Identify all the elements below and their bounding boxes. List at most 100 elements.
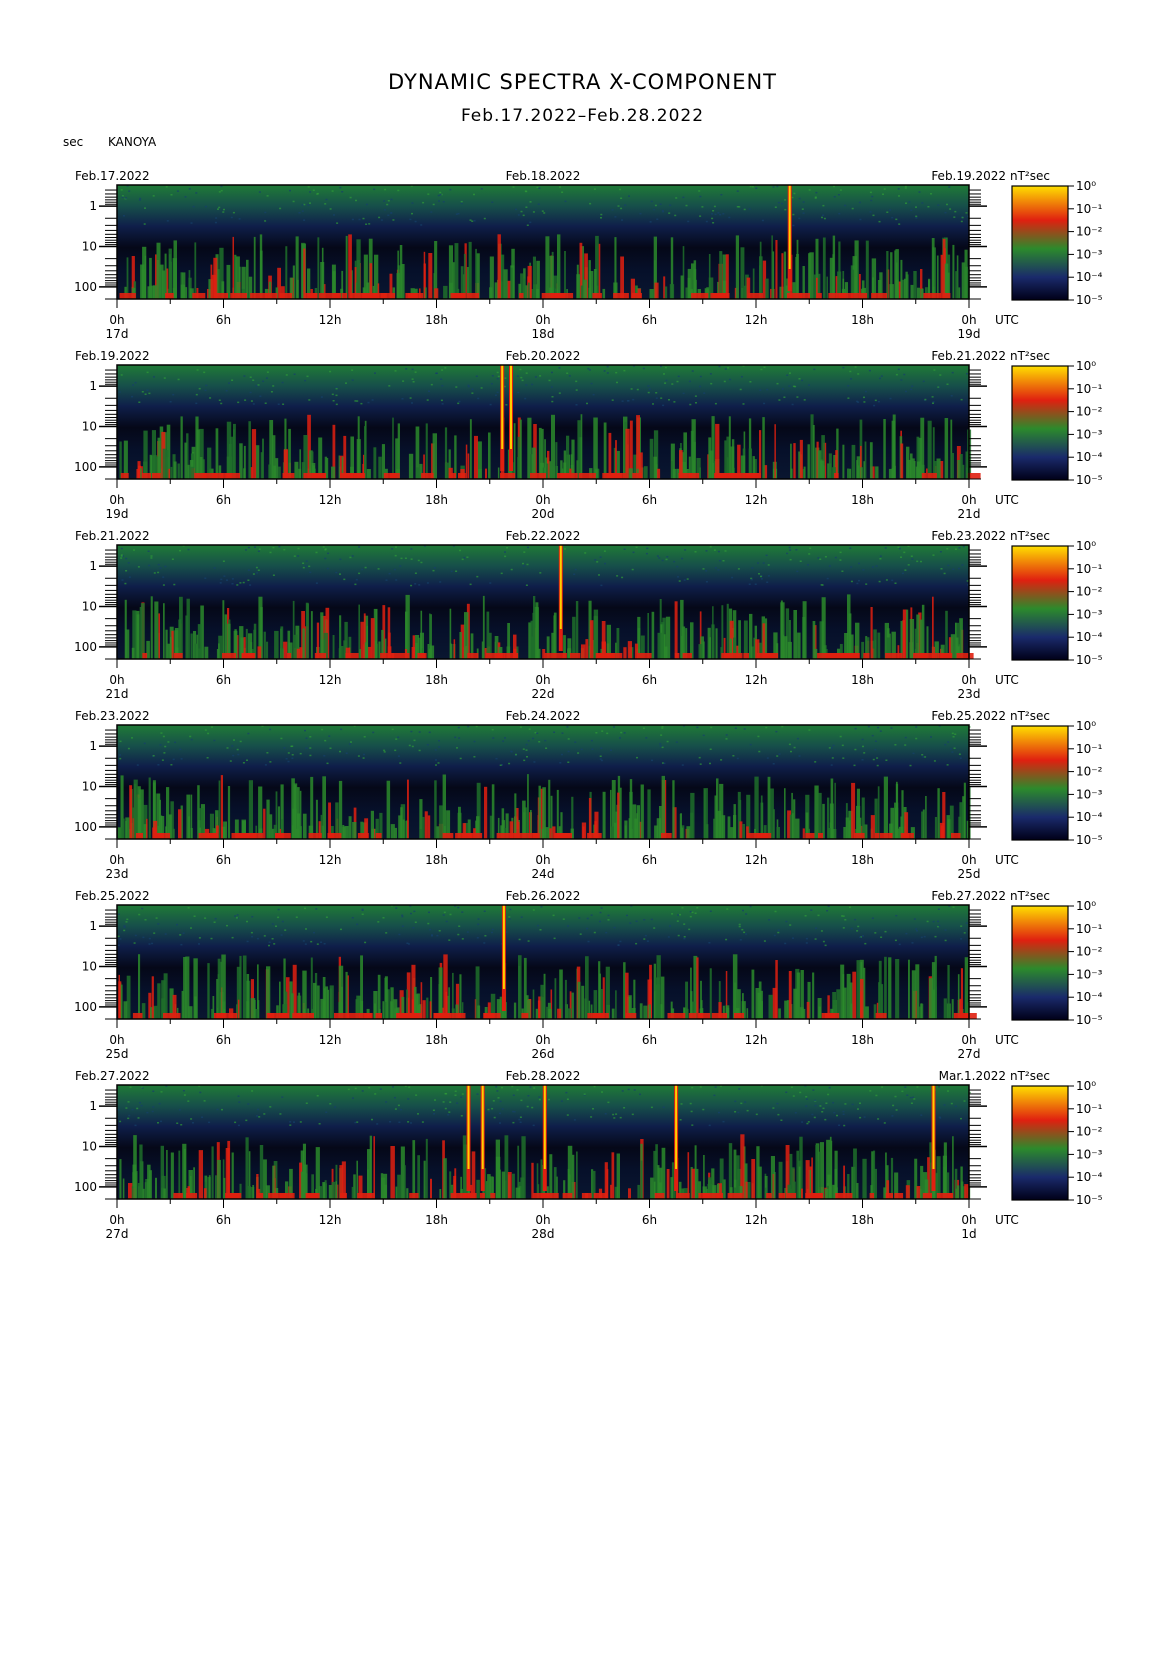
noise-speck <box>409 218 412 221</box>
noise-speck <box>128 190 131 192</box>
activity-column <box>280 626 284 659</box>
noise-speck <box>880 936 883 938</box>
noise-speck <box>238 218 241 220</box>
activity-column <box>322 776 326 839</box>
noise-speck <box>719 213 722 216</box>
noise-speck <box>814 1099 817 1102</box>
noise-speck <box>517 391 520 394</box>
noise-speck <box>422 201 425 204</box>
activity-column <box>711 463 715 479</box>
activity-band <box>711 1013 728 1019</box>
noise-speck <box>526 756 528 758</box>
colorbar-gradient <box>1011 725 1069 841</box>
noise-speck <box>541 210 544 212</box>
noise-speck <box>551 371 553 374</box>
noise-speck <box>659 743 662 745</box>
activity-column <box>133 779 138 839</box>
noise-speck <box>293 555 296 557</box>
noise-speck <box>226 579 228 581</box>
noise-speck <box>548 1098 550 1101</box>
activity-band <box>570 653 581 659</box>
noise-speck <box>239 740 242 743</box>
noise-speck <box>326 567 329 570</box>
noise-speck <box>492 737 495 739</box>
activity-column <box>323 988 326 1019</box>
noise-speck <box>833 185 835 188</box>
noise-speck <box>161 759 164 761</box>
noise-speck <box>221 1108 223 1111</box>
noise-speck <box>954 1105 957 1107</box>
activity-column <box>217 958 221 1019</box>
noise-speck <box>410 1122 412 1124</box>
day-label: 27d <box>958 1047 981 1061</box>
activity-column <box>811 1157 813 1199</box>
noise-speck <box>127 562 130 564</box>
noise-speck <box>368 223 371 225</box>
noise-speck <box>681 907 684 909</box>
noise-speck <box>636 388 639 391</box>
noise-speck <box>879 377 881 380</box>
activity-band <box>308 833 322 839</box>
activity-band <box>279 293 293 299</box>
noise-speck <box>911 942 914 944</box>
day-label: 27d <box>106 1227 129 1241</box>
spike-core <box>510 365 512 449</box>
activity-column <box>951 999 954 1019</box>
activity-band <box>766 1193 772 1199</box>
noise-speck <box>595 732 598 734</box>
activity-column <box>628 1188 631 1199</box>
activity-band <box>747 833 762 839</box>
activity-column <box>427 815 431 839</box>
noise-speck <box>345 382 347 384</box>
activity-column <box>940 825 945 839</box>
noise-speck <box>876 764 879 767</box>
activity-column <box>932 596 934 659</box>
noise-speck <box>398 1121 401 1123</box>
noise-speck <box>698 190 701 192</box>
noise-speck <box>394 370 397 372</box>
activity-column <box>317 237 320 299</box>
activity-band <box>421 473 434 479</box>
activity-band <box>853 833 865 839</box>
activity-column <box>871 258 877 299</box>
noise-speck <box>298 212 301 214</box>
noise-speck <box>120 547 123 550</box>
noise-speck <box>131 737 133 739</box>
noise-speck <box>529 1086 532 1088</box>
activity-column <box>252 1185 255 1199</box>
x-tick-label: 0h <box>961 853 976 867</box>
x-unit-label: UTC <box>995 493 1019 507</box>
activity-band <box>250 293 267 299</box>
noise-speck <box>305 747 308 749</box>
noise-speck <box>696 726 699 729</box>
activity-column <box>253 999 256 1019</box>
noise-speck <box>687 220 690 223</box>
noise-speck <box>878 580 881 583</box>
noise-speck <box>606 732 609 735</box>
noise-speck <box>348 743 351 745</box>
noise-speck <box>172 758 175 761</box>
noise-speck <box>299 752 302 755</box>
noise-speck <box>822 940 825 943</box>
activity-band <box>592 293 602 299</box>
noise-speck <box>600 213 603 216</box>
noise-speck <box>525 584 528 586</box>
noise-speck <box>543 212 546 214</box>
noise-speck <box>963 1100 966 1102</box>
activity-column <box>703 788 708 839</box>
noise-speck <box>347 1088 350 1091</box>
noise-speck <box>952 906 955 908</box>
noise-speck <box>580 748 583 751</box>
noise-speck <box>792 224 795 227</box>
x-unit-label: UTC <box>995 853 1019 867</box>
activity-column <box>860 467 863 479</box>
noise-speck <box>639 212 642 215</box>
activity-column <box>647 789 651 839</box>
noise-speck <box>921 754 924 756</box>
activity-column <box>557 1008 562 1019</box>
noise-speck <box>238 1101 241 1103</box>
activity-column <box>847 468 850 479</box>
activity-column <box>157 437 160 479</box>
activity-band <box>141 473 151 479</box>
noise-speck <box>808 384 810 386</box>
